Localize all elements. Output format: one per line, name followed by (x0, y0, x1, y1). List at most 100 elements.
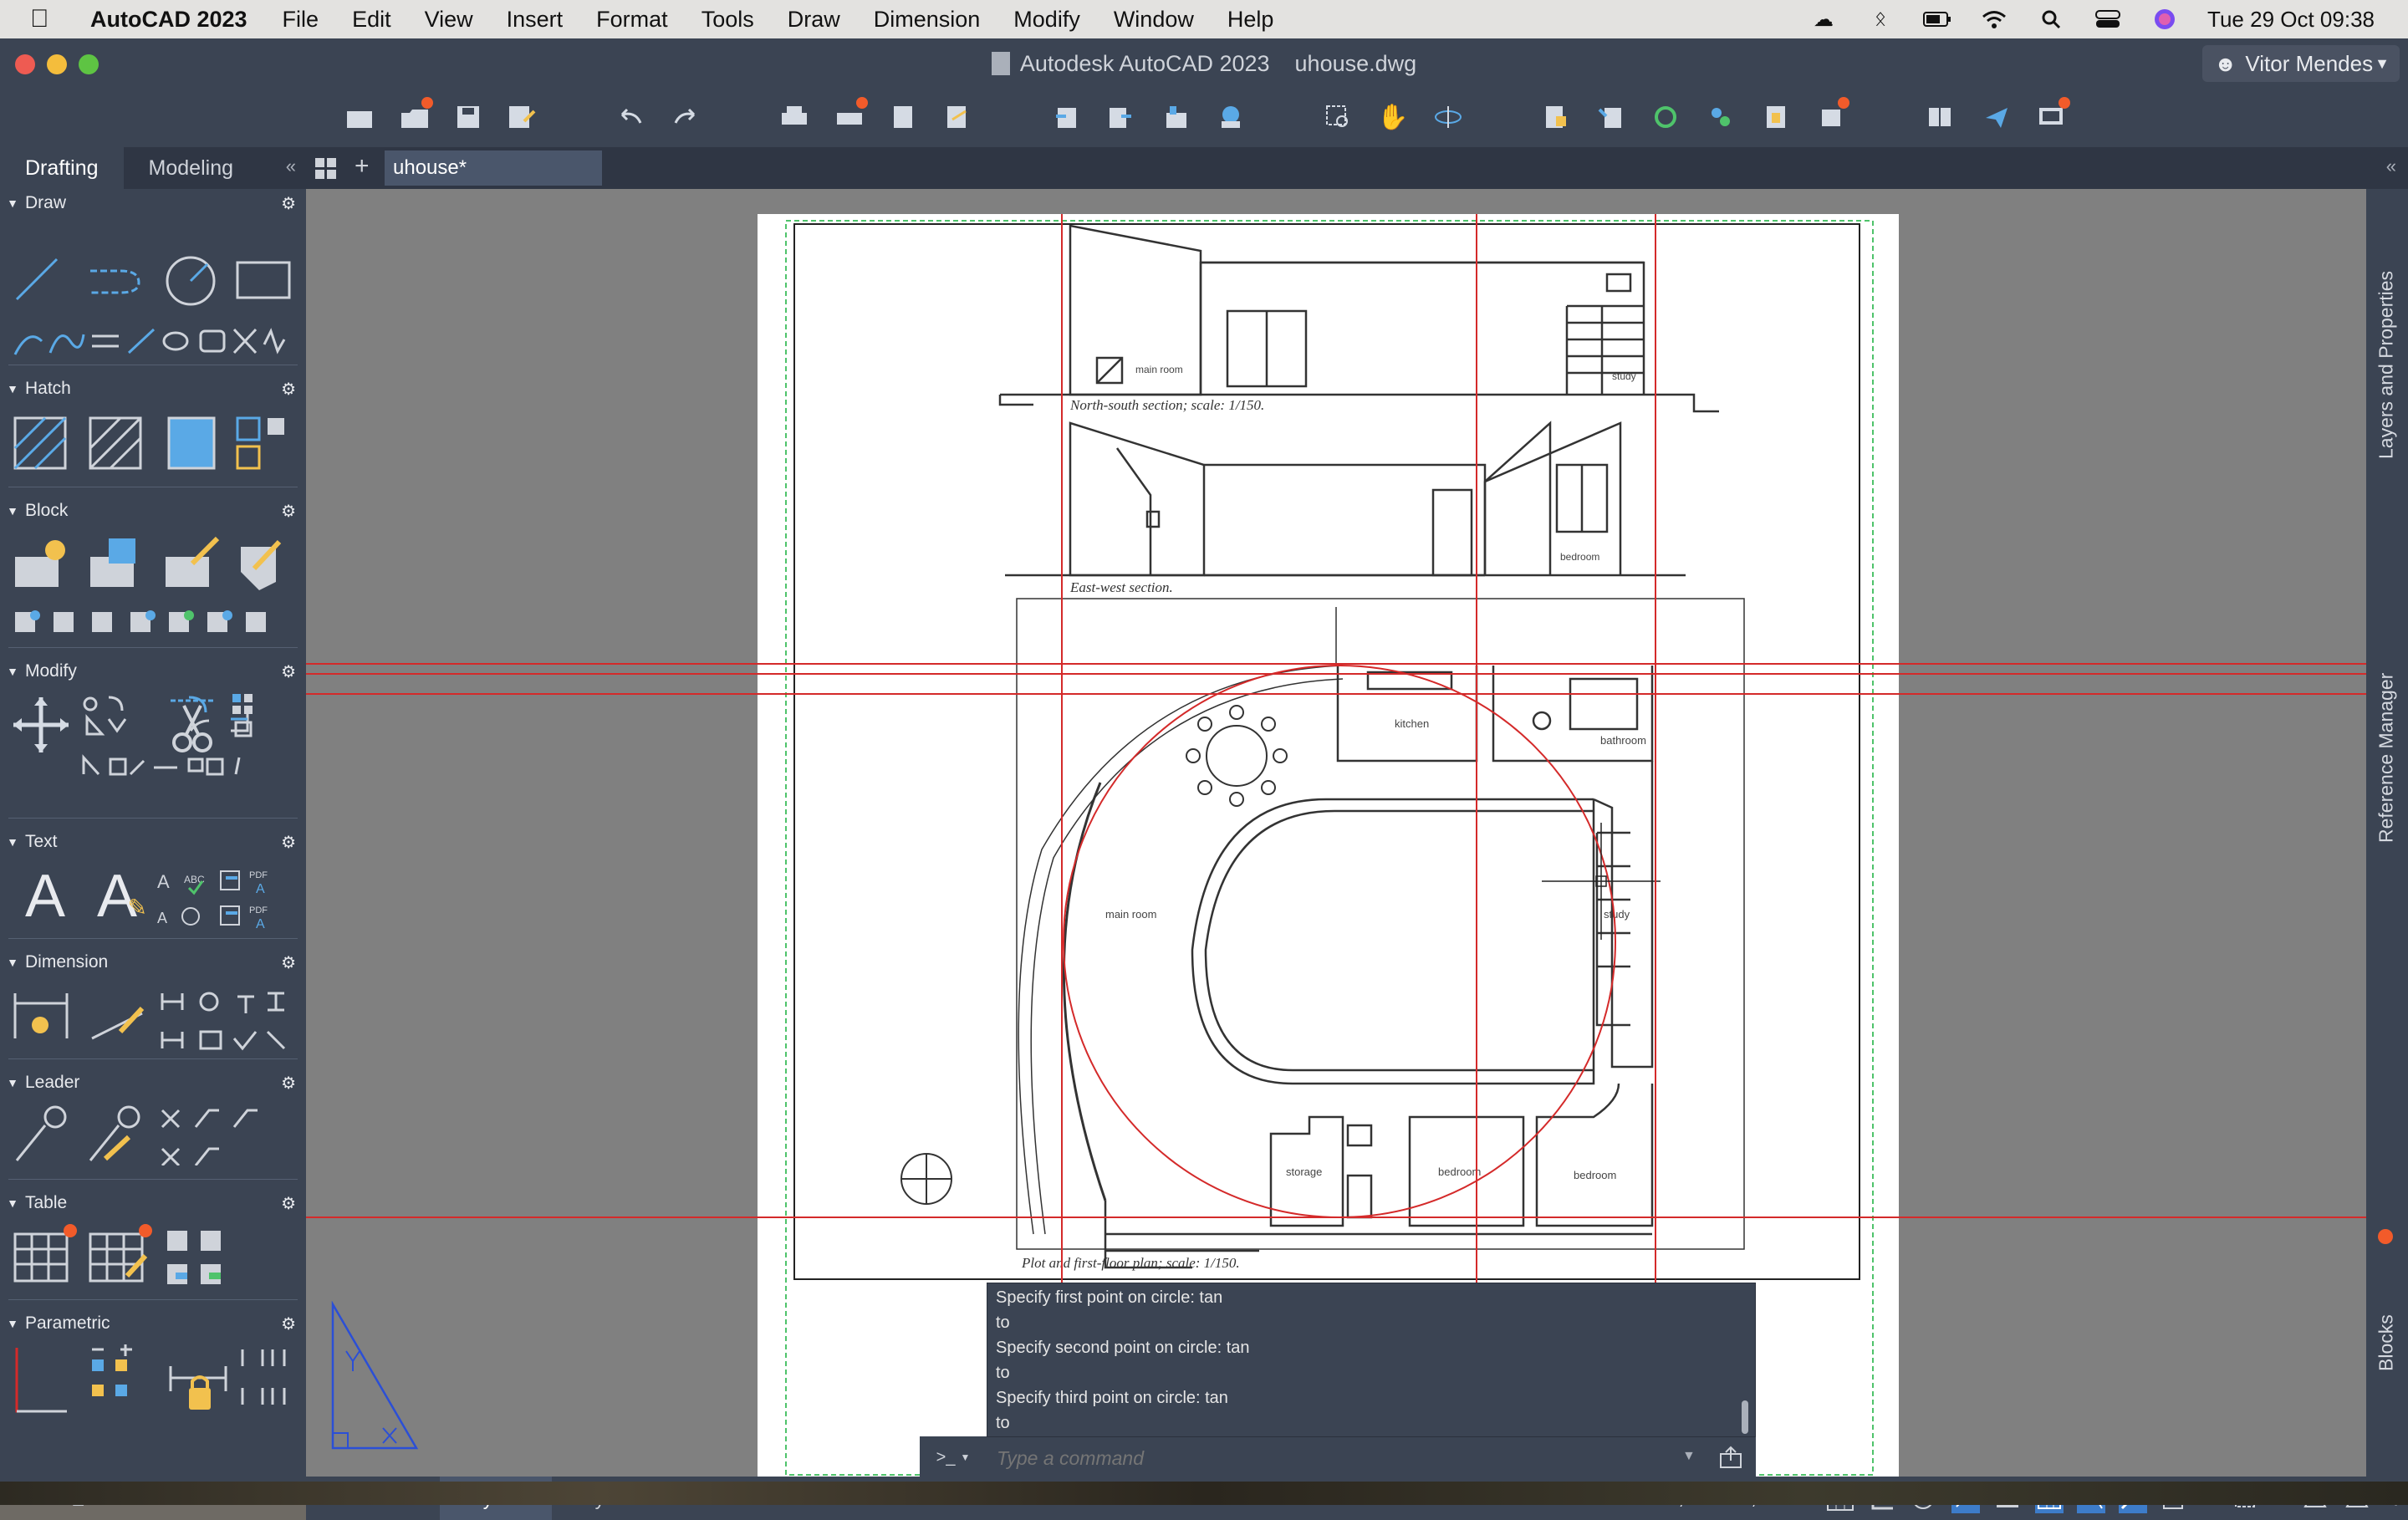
rectangle-tool-icon[interactable] (234, 258, 293, 303)
text-tools-grid[interactable]: A ABC PDF A PDF A A (156, 865, 289, 931)
apple-icon[interactable]:  (30, 5, 69, 33)
hatch-section-header[interactable]: ▼ Hatch ⚙ (0, 375, 306, 403)
gear-icon[interactable]: ⚙ (281, 1193, 296, 1214)
gear-icon[interactable]: ⚙ (281, 501, 296, 522)
modify-section-header[interactable]: ▼ Modify ⚙ (0, 657, 306, 686)
orbit-icon[interactable] (1431, 100, 1465, 134)
page-setup-icon[interactable] (886, 100, 920, 134)
dimension-section-header[interactable]: ▼ Dimension ⚙ (0, 948, 306, 977)
tangent-circle[interactable] (1063, 665, 1616, 1218)
save-icon[interactable] (452, 100, 485, 134)
gear-icon[interactable]: ⚙ (281, 1313, 296, 1334)
command-prompt-button[interactable]: >_ ▼ (920, 1436, 987, 1478)
move-tool-icon[interactable] (12, 696, 70, 754)
multiline-text-icon[interactable]: A (12, 863, 79, 930)
parametric-tools-row[interactable] (12, 1341, 288, 1416)
import-icon[interactable] (1050, 100, 1084, 134)
menu-edit[interactable]: Edit (352, 7, 391, 33)
new-drawing-icon[interactable] (343, 100, 376, 134)
table-section-header[interactable]: ▼ Table ⚙ (0, 1189, 306, 1217)
match-layer-icon[interactable] (1594, 100, 1627, 134)
gear-icon[interactable]: ⚙ (281, 193, 296, 214)
gear-icon[interactable]: ⚙ (281, 832, 296, 853)
command-dropdown-icon[interactable]: ▼ (1682, 1449, 1696, 1464)
markup-icon[interactable] (1814, 97, 1849, 134)
menu-dimension[interactable]: Dimension (874, 7, 981, 33)
command-input[interactable] (995, 1442, 1664, 1474)
circle-tool-icon[interactable] (164, 254, 217, 308)
minimize-window-button[interactable] (47, 54, 67, 74)
export-icon[interactable] (1104, 100, 1137, 134)
blocks-tab[interactable]: Blocks (2370, 1217, 2403, 1468)
share-icon[interactable] (1719, 1446, 1742, 1473)
send-icon[interactable] (1980, 100, 2013, 134)
save-as-icon[interactable] (505, 100, 538, 134)
leader-tools-row[interactable] (12, 1104, 288, 1166)
tab-drafting[interactable]: Drafting (0, 147, 124, 189)
plot-icon[interactable] (778, 100, 811, 134)
dimension-tools-row[interactable] (12, 985, 288, 1052)
block-section-header[interactable]: ▼ Block ⚙ (0, 497, 306, 525)
sheet-set-icon[interactable] (1759, 100, 1793, 134)
user-account-menu[interactable]: ☻ Vitor Mendes ▼ (2202, 45, 2400, 82)
menu-draw[interactable]: Draw (788, 7, 840, 33)
hatch-tools-row[interactable] (12, 415, 288, 473)
zoom-window-icon[interactable] (1321, 100, 1354, 134)
batch-plot-icon[interactable] (833, 97, 868, 134)
control-center-icon[interactable] (2094, 8, 2122, 30)
layers-properties-tab[interactable]: Layers and Properties (2370, 189, 2403, 540)
reference-manager-tab[interactable]: Reference Manager (2370, 548, 2403, 967)
menu-window[interactable]: Window (1114, 7, 1194, 33)
draw-section-header[interactable]: ▼ Draw ⚙ (0, 189, 306, 217)
line-tool-icon[interactable] (12, 254, 62, 304)
menu-insert[interactable]: Insert (507, 7, 564, 33)
draw-tools-row[interactable] (12, 323, 288, 360)
battery-icon[interactable] (1923, 8, 1951, 30)
parametric-section-header[interactable]: ▼ Parametric ⚙ (0, 1309, 306, 1338)
new-tab-button[interactable]: + (355, 152, 370, 181)
block-tools-row[interactable] (12, 535, 288, 595)
redo-icon[interactable] (669, 100, 702, 134)
leader-section-header[interactable]: ▼ Leader ⚙ (0, 1069, 306, 1097)
menu-help[interactable]: Help (1227, 7, 1274, 33)
app-store-icon[interactable] (2035, 97, 2070, 134)
collapse-palette-icon[interactable]: « (286, 156, 296, 177)
tab-modeling[interactable]: Modeling (124, 147, 258, 189)
document-tab[interactable]: uhouse* (385, 150, 602, 186)
design-center-icon[interactable] (1704, 100, 1737, 134)
bluetooth-icon[interactable]: ᛟ (1866, 8, 1895, 30)
polyline-tool-icon[interactable] (87, 254, 145, 304)
spotlight-search-icon[interactable] (2037, 8, 2065, 30)
start-tab-icon[interactable] (314, 157, 338, 181)
gear-icon[interactable]: ⚙ (281, 952, 296, 973)
pan-hand-icon[interactable]: ✋ (1376, 100, 1410, 134)
layer-properties-icon[interactable] (1538, 100, 1572, 134)
app-menu[interactable]: AutoCAD 2023 (90, 7, 247, 33)
siri-icon[interactable] (2150, 8, 2179, 30)
compare-icon[interactable] (1923, 100, 1956, 134)
zoom-window-button[interactable] (79, 54, 99, 74)
menu-view[interactable]: View (425, 7, 473, 33)
block-small-tools-row[interactable] (12, 607, 288, 637)
menu-format[interactable]: Format (596, 7, 668, 33)
undo-icon[interactable] (614, 100, 647, 134)
modify-tools-grid[interactable] (80, 694, 289, 811)
gear-icon[interactable]: ⚙ (281, 379, 296, 400)
command-scrollbar[interactable] (1742, 1400, 1748, 1434)
table-tools-row[interactable] (12, 1222, 288, 1289)
text-section-header[interactable]: ▼ Text ⚙ (0, 828, 306, 856)
open-folder-icon[interactable] (398, 97, 433, 134)
menu-tools[interactable]: Tools (701, 7, 754, 33)
menu-clock[interactable]: Tue 29 Oct 09:38 (2207, 7, 2375, 33)
share-view-icon[interactable] (1214, 100, 1247, 134)
gear-icon[interactable]: ⚙ (281, 1073, 296, 1094)
creative-cloud-icon[interactable]: ☁ (1809, 8, 1838, 31)
expand-dock-icon[interactable]: « (2386, 156, 2396, 177)
close-window-button[interactable] (15, 54, 35, 74)
single-line-text-icon[interactable]: A ✎ (84, 863, 150, 930)
attach-icon[interactable] (1159, 100, 1192, 134)
sync-icon[interactable] (1649, 100, 1682, 134)
gear-icon[interactable]: ⚙ (281, 661, 296, 682)
wifi-icon[interactable] (1980, 8, 2008, 30)
publish-icon[interactable] (940, 100, 973, 134)
